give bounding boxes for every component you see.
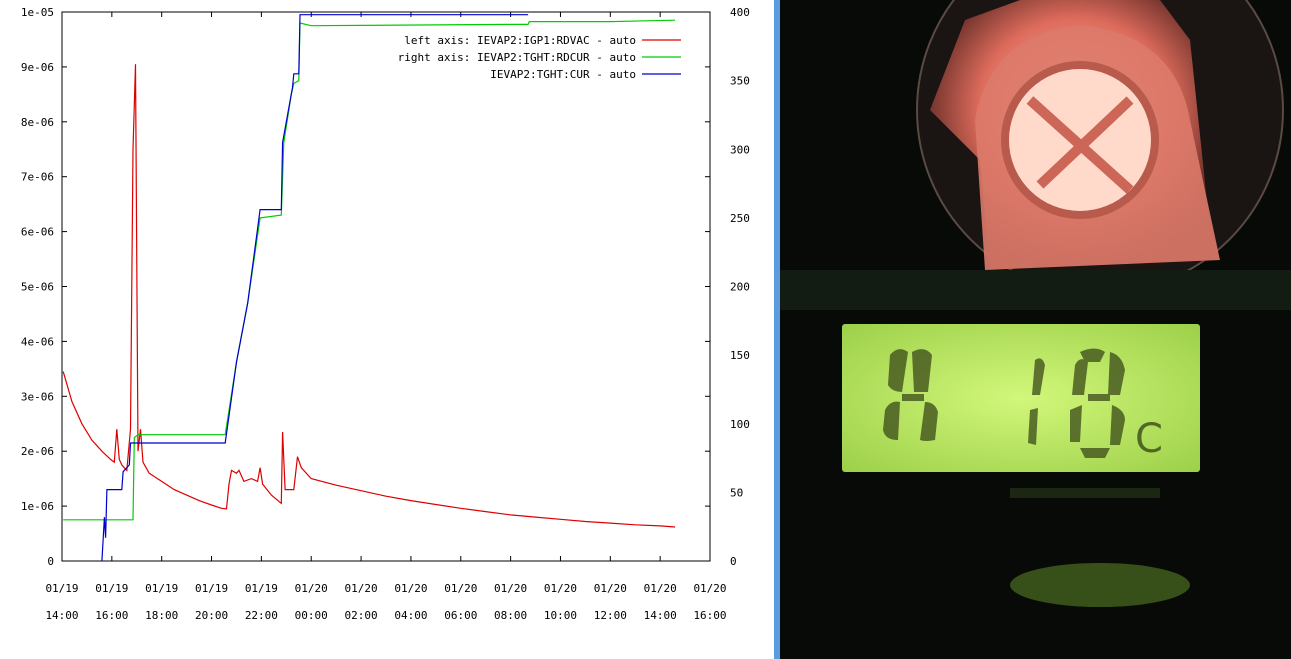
furnace-and-display-photo: C — [780, 0, 1291, 659]
right-tick-label: 150 — [730, 349, 750, 362]
left-tick-label: 8e-06 — [21, 116, 54, 129]
left-tick-label: 2e-06 — [21, 445, 54, 458]
x-tick-date-label: 01/19 — [245, 582, 278, 595]
x-tick-date-label: 01/20 — [544, 582, 577, 595]
x-tick-date-label: 01/20 — [693, 582, 726, 595]
x-tick-date-label: 01/20 — [444, 582, 477, 595]
legend-entry-label: right axis: IEVAP2:TGHT:RDCUR - auto — [398, 51, 636, 64]
right-tick-label: 200 — [730, 281, 750, 294]
time-series-chart: 0 1e-06 2e-06 3e-06 4e-06 5e-06 6e-06 7e-06 8e-0… — [21, 6, 750, 622]
right-axis-ticks: 0 50 100 150 200 250 300 350 400 — [730, 6, 750, 568]
left-axis-ticks: 0 1e-06 2e-06 3e-06 4e-06 5e-06 6e-06 7e-06 8e-0… — [21, 6, 710, 568]
right-tick-label: 100 — [730, 418, 750, 431]
x-tick-date-label: 01/19 — [145, 582, 178, 595]
legend: left axis: IEVAP2:IGP1:RDVAC - auto right… — [398, 34, 681, 81]
right-tick-label: 300 — [730, 143, 750, 156]
legend-entry-label: IEVAP2:TGHT:CUR - auto — [490, 68, 636, 81]
series-lines — [62, 14, 676, 562]
series-line-1 — [63, 19, 676, 521]
x-tick-date-label: 01/20 — [644, 582, 677, 595]
x-tick-time-label: 20:00 — [195, 609, 228, 622]
right-tick-label: 400 — [730, 6, 750, 19]
x-tick-time-label: 02:00 — [345, 609, 378, 622]
left-tick-label: 7e-06 — [21, 171, 54, 184]
lab-photo: C — [780, 0, 1291, 659]
left-tick-label: 0 — [47, 555, 54, 568]
legend-entry-label: left axis: IEVAP2:IGP1:RDVAC - auto — [404, 34, 636, 47]
x-tick-date-label: 01/20 — [594, 582, 627, 595]
x-tick-date-label: 01/20 — [394, 582, 427, 595]
x-tick-time-label: 08:00 — [494, 609, 527, 622]
x-tick-time-label: 00:00 — [295, 609, 328, 622]
x-tick-time-label: 16:00 — [95, 609, 128, 622]
left-tick-label: 3e-06 — [21, 390, 54, 403]
series-line-0 — [62, 64, 676, 528]
x-tick-date-label: 01/20 — [295, 582, 328, 595]
x-tick-time-label: 22:00 — [245, 609, 278, 622]
x-tick-date-label: 01/19 — [195, 582, 228, 595]
x-tick-time-label: 18:00 — [145, 609, 178, 622]
chart-panel: 0 1e-06 2e-06 3e-06 4e-06 5e-06 6e-06 7e-06 8e-0… — [0, 0, 774, 659]
x-tick-time-label: 10:00 — [544, 609, 577, 622]
x-tick-time-label: 14:00 — [45, 609, 78, 622]
left-tick-label: 5e-06 — [21, 281, 54, 294]
left-tick-label: 9e-06 — [21, 61, 54, 74]
lcd-reflection — [1010, 563, 1190, 607]
x-tick-date-label: 01/19 — [95, 582, 128, 595]
x-tick-time-label: 06:00 — [444, 609, 477, 622]
left-tick-label: 1e-05 — [21, 6, 54, 19]
x-tick-time-label: 16:00 — [693, 609, 726, 622]
x-tick-time-label: 14:00 — [644, 609, 677, 622]
left-tick-label: 1e-06 — [21, 500, 54, 513]
x-tick-time-label: 04:00 — [394, 609, 427, 622]
x-axis-ticks: 01/19 14:00 01/19 16:00 01/19 18:00 01/19 20:00… — [45, 12, 727, 622]
x-tick-date-label: 01/20 — [494, 582, 527, 595]
x-tick-date-label: 01/19 — [45, 582, 78, 595]
x-tick-time-label: 12:00 — [594, 609, 627, 622]
right-tick-label: 50 — [730, 486, 743, 499]
plot-frame — [61, 11, 711, 562]
left-tick-label: 6e-06 — [21, 226, 54, 239]
lcd-unit: C — [1135, 416, 1163, 462]
x-tick-date-label: 01/20 — [345, 582, 378, 595]
right-tick-label: 350 — [730, 75, 750, 88]
right-tick-label: 0 — [730, 555, 737, 568]
right-tick-label: 250 — [730, 212, 750, 225]
left-tick-label: 4e-06 — [21, 335, 54, 348]
